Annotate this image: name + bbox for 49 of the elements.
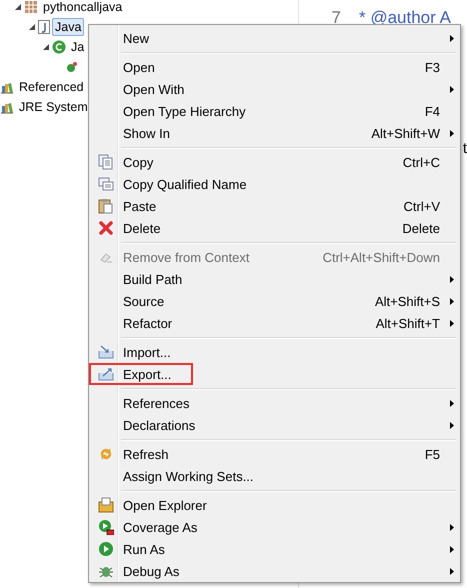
menu-item[interactable]: New (91, 27, 460, 49)
menu-item[interactable]: Assign Working Sets... (91, 465, 460, 487)
menu-item[interactable]: Copy Qualified Name (91, 173, 460, 195)
menu-item[interactable]: Copy Ctrl+C (91, 151, 460, 173)
paste-icon (98, 198, 114, 214)
menu-item[interactable]: Show In Alt+Shift+W (91, 122, 460, 144)
tree-item[interactable]: Java (52, 18, 84, 36)
package-icon (24, 0, 38, 14)
tree-item[interactable]: Referenced (16, 78, 87, 96)
menu-item[interactable]: Refresh F5 (91, 443, 460, 465)
run-icon (98, 541, 114, 557)
menu-item[interactable]: Open Explorer (91, 494, 460, 516)
expand-arrow-icon[interactable] (42, 43, 50, 51)
copy-icon (98, 154, 114, 170)
tree-item[interactable]: Ja (68, 38, 88, 56)
menu-item[interactable]: Source Alt+Shift+S (91, 290, 460, 312)
java-file-icon (38, 20, 50, 34)
code-fragment: t (462, 140, 467, 157)
class-icon (52, 40, 66, 54)
library-icon (0, 80, 14, 94)
tree-item[interactable]: JRE System (16, 98, 91, 116)
copy-icon (98, 176, 114, 192)
menu-item[interactable]: Debug As (91, 560, 460, 582)
code-comment: * @author A (359, 8, 451, 28)
coverage-icon (98, 519, 114, 535)
export-icon (98, 367, 114, 381)
menu-item[interactable]: Export... (91, 363, 460, 385)
menu-item[interactable]: Open F3 (91, 56, 460, 78)
menu-item[interactable]: Import... (91, 341, 460, 363)
menu-item[interactable]: Refactor Alt+Shift+T (91, 312, 460, 334)
menu-item[interactable]: Run As (91, 538, 460, 560)
line-number: 7 (332, 8, 341, 27)
expand-arrow-icon[interactable] (28, 23, 36, 31)
menu-item[interactable]: References (91, 392, 460, 414)
expand-arrow-icon[interactable] (14, 3, 22, 11)
folder-icon (98, 497, 114, 513)
menu-item[interactable]: Declarations (91, 414, 460, 436)
menu-item[interactable]: Open With (91, 78, 460, 100)
tree-item[interactable]: pythoncalljava (40, 0, 126, 16)
menu-item[interactable]: Open Type Hierarchy F4 (91, 100, 460, 122)
menu-item[interactable]: Paste Ctrl+V (91, 195, 460, 217)
menu-item[interactable]: Build Path (91, 268, 460, 290)
library-icon (0, 100, 14, 114)
delete-icon (99, 221, 113, 235)
menu-item[interactable]: Coverage As (91, 516, 460, 538)
import-icon (98, 345, 114, 359)
menu-item[interactable]: Delete Delete (91, 217, 460, 239)
refresh-icon (98, 446, 114, 462)
method-icon (66, 61, 78, 73)
